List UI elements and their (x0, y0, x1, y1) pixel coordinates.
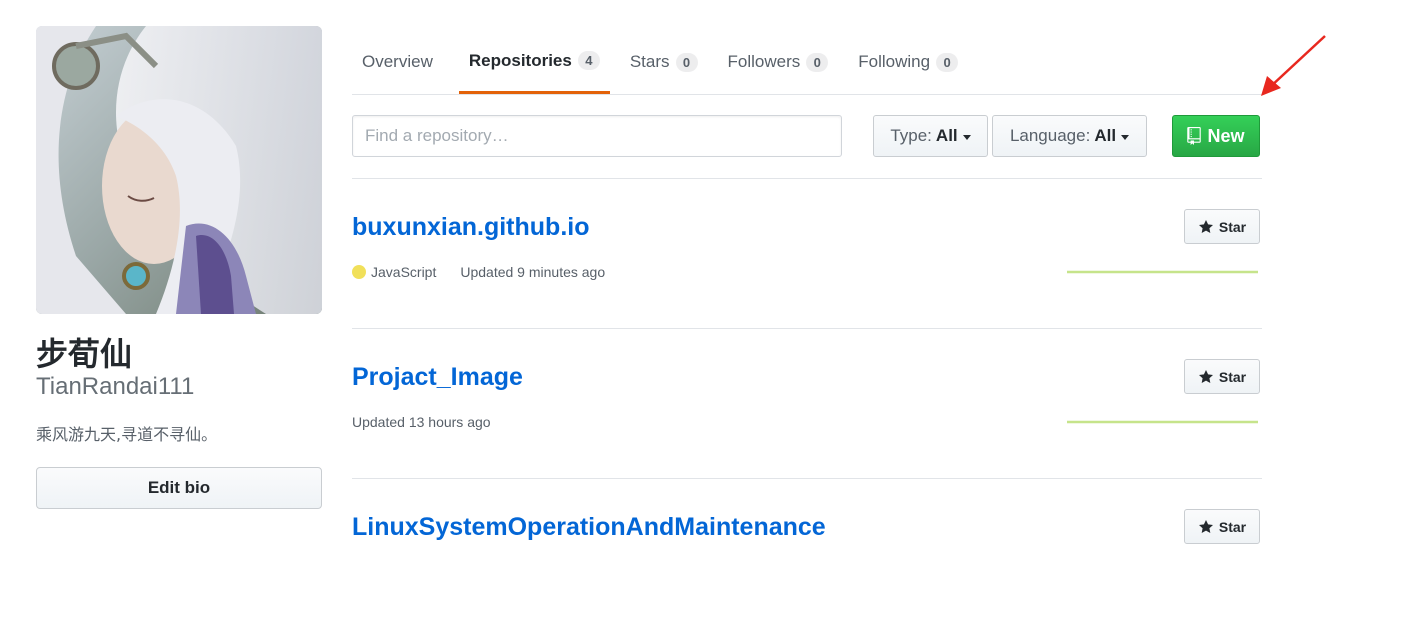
repo-icon (1187, 127, 1202, 145)
new-repository-button[interactable]: New (1172, 115, 1260, 157)
type-filter-label: Type: (890, 126, 932, 145)
repo-meta: Updated 13 hours ago (352, 414, 491, 430)
tab-label: Stars (629, 52, 670, 71)
avatar[interactable] (36, 26, 322, 314)
language-filter-dropdown[interactable]: Language: All (992, 115, 1147, 157)
list-item: LinuxSystemOperationAndMaintenance Star (352, 478, 1262, 628)
caret-down-icon (1121, 134, 1130, 140)
language-filter-label: Language: (1009, 126, 1091, 145)
type-filter-dropdown[interactable]: Type: All (873, 115, 988, 157)
type-filter-value: All (935, 126, 958, 145)
repo-language-label: JavaScript (371, 264, 437, 280)
profile-username: TianRandai111 (36, 373, 195, 400)
tab-counter: 0 (936, 52, 959, 72)
tab-label: Following (858, 52, 931, 71)
tab-followers[interactable]: Followers 0 (718, 30, 839, 94)
new-button-label: New (1207, 125, 1245, 146)
list-item: buxunxian.github.io JavaScript Updated 9… (352, 178, 1262, 328)
edit-bio-button[interactable]: Edit bio (36, 467, 322, 509)
repo-updated: Updated 9 minutes ago (460, 264, 606, 280)
profile-bio: 乘风游九天,寻道不寻仙。 (36, 425, 218, 444)
profile-tabs: Overview Repositories 4 Stars 0 Follower… (352, 30, 1262, 95)
star-button-label: Star (1218, 368, 1247, 385)
tab-counter: 0 (806, 52, 829, 72)
repo-name-link[interactable]: Projact_Image (352, 363, 523, 392)
list-item: Projact_Image Updated 13 hours ago Star (352, 328, 1262, 478)
activity-sparkline (1067, 420, 1258, 424)
repo-search-input[interactable] (352, 115, 842, 157)
tab-label: Overview (362, 52, 433, 71)
tab-stars[interactable]: Stars 0 (620, 30, 708, 94)
repo-updated: Updated 13 hours ago (352, 414, 491, 430)
language-filter-value: All (1094, 126, 1117, 145)
annotation-arrow-icon (1261, 35, 1326, 96)
star-button-label: Star (1218, 218, 1247, 235)
tab-overview[interactable]: Overview (352, 30, 449, 94)
repo-name-link[interactable]: LinuxSystemOperationAndMaintenance (352, 513, 826, 542)
tab-counter: 4 (577, 51, 600, 70)
star-icon (1198, 219, 1213, 233)
repo-language: JavaScript (352, 264, 436, 280)
tab-following[interactable]: Following 0 (848, 30, 968, 94)
profile-display-name: 步荀仙 (36, 335, 133, 373)
repo-name-link[interactable]: buxunxian.github.io (352, 213, 589, 242)
tab-label: Repositories (468, 50, 572, 70)
star-button[interactable]: Star (1184, 509, 1260, 544)
star-button[interactable]: Star (1184, 209, 1260, 244)
activity-sparkline (1067, 270, 1258, 274)
star-button[interactable]: Star (1184, 359, 1260, 394)
repository-list: buxunxian.github.io JavaScript Updated 9… (352, 178, 1262, 628)
star-icon (1198, 369, 1213, 383)
repo-meta: JavaScript Updated 9 minutes ago (352, 264, 605, 280)
caret-down-icon (962, 134, 971, 140)
tab-label: Followers (727, 52, 801, 71)
tab-repositories[interactable]: Repositories 4 (458, 30, 610, 94)
language-color-dot (352, 265, 366, 279)
tab-counter: 0 (675, 52, 698, 72)
